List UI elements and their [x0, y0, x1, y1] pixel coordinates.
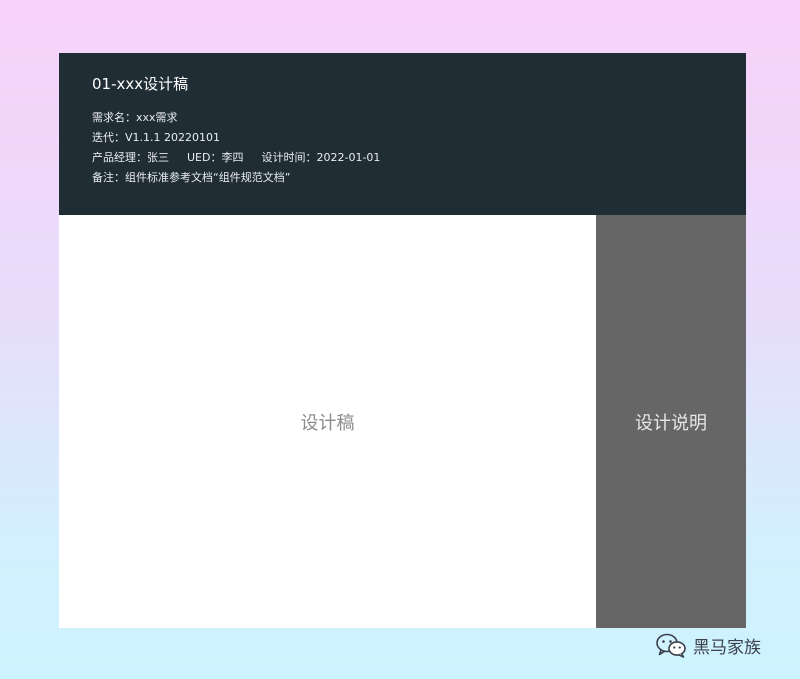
remark-line: 备注：组件标准参考文档“组件规范文档”	[92, 171, 290, 185]
requirement-label: 需求名：	[92, 111, 136, 124]
page-title: 01-xxx设计稿	[92, 75, 189, 93]
ued-value: 李四	[221, 151, 244, 164]
remark-label: 备注：	[92, 171, 125, 184]
iteration-line: 迭代：V1.1.1 20220101	[92, 131, 220, 145]
iteration-value: V1.1.1 20220101	[125, 131, 220, 144]
header-panel: 01-xxx设计稿 需求名：xxx需求 迭代：V1.1.1 20220101 产…	[59, 53, 746, 215]
design-time-value: 2022-01-01	[316, 151, 381, 164]
design-notes-area: 设计说明	[596, 215, 746, 628]
design-canvas-area: 设计稿	[59, 215, 596, 628]
ued-label: UED：	[187, 151, 222, 164]
design-template-card: 01-xxx设计稿 需求名：xxx需求 迭代：V1.1.1 20220101 产…	[59, 53, 746, 628]
design-time-label: 设计时间：	[261, 151, 317, 164]
requirement-value: xxx需求	[136, 111, 178, 124]
notes-area-label: 设计说明	[635, 412, 707, 434]
watermark-text: 黑马家族	[693, 637, 761, 658]
wechat-icon	[656, 633, 686, 658]
team-line: 产品经理：张三 UED：李四 设计时间：2022-01-01	[92, 151, 380, 165]
requirement-line: 需求名：xxx需求	[92, 111, 178, 125]
product-manager-label: 产品经理：	[92, 151, 147, 164]
product-manager-value: 张三	[147, 151, 169, 164]
design-area-label: 设计稿	[300, 412, 355, 434]
watermark: 黑马家族	[655, 632, 761, 658]
iteration-label: 迭代：	[92, 131, 125, 144]
remark-value: 组件标准参考文档“组件规范文档”	[125, 171, 291, 184]
